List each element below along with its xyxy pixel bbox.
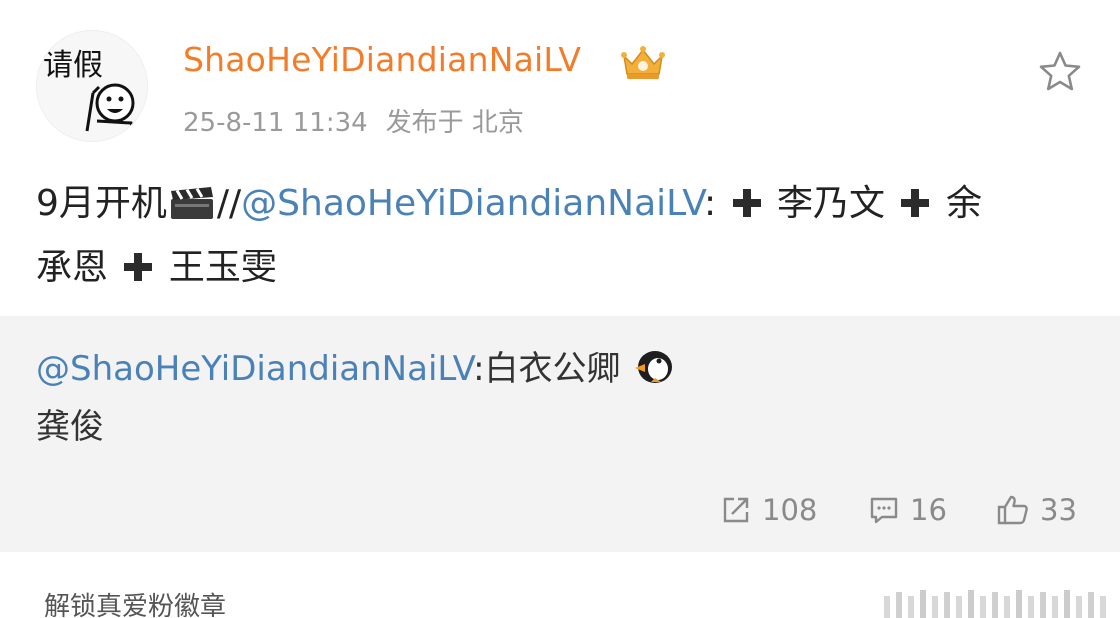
cast-name-1: 李乃文 xyxy=(777,183,886,224)
post-content: 9月开机 //@ShaoHeYiDiandianNaiLV: 李乃文 余承恩 王… xyxy=(36,172,1086,300)
like-count: 33 xyxy=(1040,493,1077,527)
mention-link[interactable]: @ShaoHeYiDiandianNaiLV xyxy=(241,183,704,224)
avatar[interactable]: 请假 xyxy=(36,30,148,142)
location: 发布于 北京 xyxy=(385,108,524,138)
weibo-post: 请假 ShaoHeYiDiandianNaiLV 25-8-11 11:34 发布… xyxy=(0,0,1120,618)
avatar-text: 请假 xyxy=(43,48,103,83)
repost-content: :白衣公卿 xyxy=(473,349,621,389)
fan-badge-label: 解锁真爱粉徽章 xyxy=(44,592,227,618)
timestamp: 25-8-11 11:34 xyxy=(183,108,368,138)
vip-crown-badge[interactable] xyxy=(618,42,668,82)
star-icon[interactable] xyxy=(1036,48,1084,96)
plus-icon xyxy=(732,189,761,217)
cast-name-3: 王玉雯 xyxy=(168,247,277,288)
comment-icon xyxy=(870,497,898,524)
repost-mention-link[interactable]: @ShaoHeYiDiandianNaiLV xyxy=(36,349,473,389)
cast-name-2a: 余 xyxy=(945,183,982,224)
comment-count: 16 xyxy=(910,493,947,527)
cast-name-2b: 承恩 xyxy=(36,247,109,288)
like-action[interactable]: 33 xyxy=(996,490,1077,530)
repost-text: @ShaoHeYiDiandianNaiLV:白衣公卿 龚俊 xyxy=(36,340,1086,456)
repost-icon xyxy=(723,497,749,523)
clapper-board-emoji xyxy=(170,187,213,219)
post-meta: 25-8-11 11:34 发布于 北京 xyxy=(183,102,524,139)
repost-line-2: 龚俊 xyxy=(36,407,104,447)
repost-count: 108 xyxy=(762,493,818,527)
fan-badge-bar[interactable]: 解锁真爱粉徽章 xyxy=(0,552,1120,618)
avatar-illustration: 请假 xyxy=(37,31,147,141)
fan-badge-progress xyxy=(884,590,1106,618)
plus-icon xyxy=(901,189,930,217)
like-icon xyxy=(997,495,1028,525)
penguin-emoji xyxy=(635,351,673,383)
repost-action[interactable]: 108 xyxy=(720,490,817,530)
comment-action[interactable]: 16 xyxy=(868,490,947,530)
username[interactable]: ShaoHeYiDiandianNaiLV xyxy=(183,40,581,79)
content-text: 9月开机 xyxy=(36,183,167,224)
repost-block[interactable]: @ShaoHeYiDiandianNaiLV:白衣公卿 龚俊 108 16 33 xyxy=(0,316,1120,552)
colon: : xyxy=(703,183,717,224)
plus-icon xyxy=(124,253,153,281)
separator: // xyxy=(216,183,242,224)
